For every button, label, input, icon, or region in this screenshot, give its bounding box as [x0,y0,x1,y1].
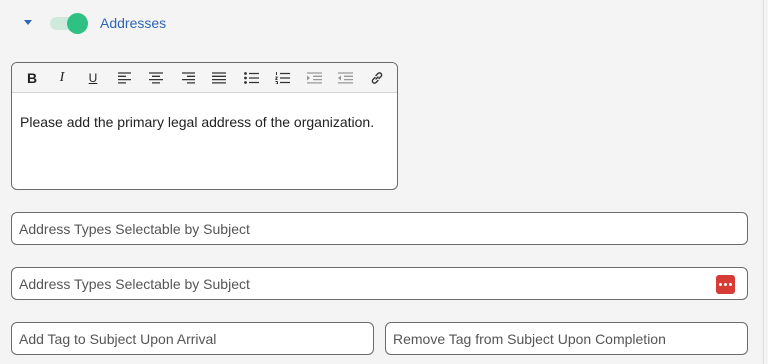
italic-button[interactable]: I [51,67,73,89]
numbered-list-icon[interactable] [271,67,293,89]
bullet-list-icon[interactable] [240,67,262,89]
underline-button[interactable]: U [82,67,104,89]
align-left-icon[interactable] [114,67,136,89]
rich-text-editor: B I U Please add the primary legal addre… [11,62,398,190]
link-icon[interactable] [366,67,388,89]
add-tag-placeholder: Add Tag to Subject Upon Arrival [19,330,217,347]
align-center-icon[interactable] [145,67,167,89]
remove-tag-field[interactable]: Remove Tag from Subject Upon Completion [385,322,748,355]
address-types-placeholder: Address Types Selectable by Subject [19,275,250,292]
editor-toolbar: B I U [12,63,397,93]
indent-icon[interactable] [303,67,325,89]
section-title: Addresses [100,15,167,31]
align-justify-icon[interactable] [208,67,230,89]
editor-content[interactable]: Please add the primary legal address of … [12,93,397,130]
address-types-field-secondary[interactable]: Address Types Selectable by Subject [11,267,748,300]
collapse-caret-icon[interactable] [24,20,32,25]
remove-tag-placeholder: Remove Tag from Subject Upon Completion [393,330,666,347]
address-types-placeholder: Address Types Selectable by Subject [19,220,250,237]
bold-button[interactable]: B [21,67,43,89]
addresses-panel: Addresses B I U Please add the primary l… [0,0,764,364]
toggle-knob [67,13,88,34]
add-tag-field[interactable]: Add Tag to Subject Upon Arrival [11,322,374,355]
address-types-field[interactable]: Address Types Selectable by Subject [11,212,748,245]
section-toggle[interactable] [50,13,88,34]
align-right-icon[interactable] [177,67,199,89]
more-options-icon[interactable] [716,275,735,294]
outdent-icon[interactable] [334,67,356,89]
